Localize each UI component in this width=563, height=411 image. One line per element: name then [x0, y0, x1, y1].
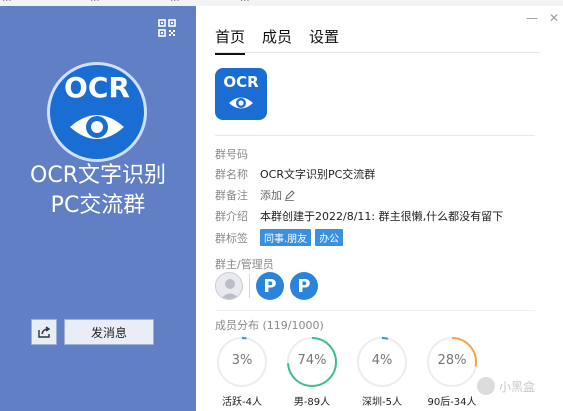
- group-name-line: PC交流群: [50, 193, 146, 218]
- stat-percent: 74%: [297, 353, 327, 368]
- admin-avatar[interactable]: P: [256, 272, 284, 300]
- info-row-name: 群名称 OCR文字识别PC交流群: [215, 166, 375, 182]
- stat-ring-age[interactable]: 28%: [426, 336, 478, 388]
- info-value: OCR文字识别PC交流群: [260, 168, 376, 181]
- watermark-logo-icon: [477, 377, 495, 395]
- minimize-button[interactable]: —: [526, 11, 538, 25]
- qr-code-icon[interactable]: [158, 19, 176, 37]
- stat-label: 活跃-4人: [222, 397, 262, 408]
- close-button[interactable]: ✕: [549, 11, 559, 25]
- stat-percent: 28%: [437, 353, 467, 368]
- group-name-heading: OCR文字识别 PC交流群: [8, 161, 188, 221]
- divider: [215, 310, 535, 311]
- watermark: 小黑盒: [477, 377, 535, 395]
- add-remark-button[interactable]: 添加: [260, 187, 295, 203]
- group-avatar-large: OCR: [47, 62, 147, 162]
- group-tag[interactable]: 同事.朋友: [260, 229, 312, 246]
- info-key: 群备注: [215, 189, 248, 202]
- logo-text: OCR: [223, 73, 259, 91]
- info-key: 群号码: [215, 148, 248, 161]
- admin-avatars: P P: [215, 272, 318, 300]
- admins-title: 群主/管理员: [215, 258, 274, 271]
- group-tag[interactable]: 办公: [315, 229, 344, 246]
- avatar-letter: P: [263, 275, 277, 297]
- owner-avatar[interactable]: [215, 272, 243, 300]
- stat-percent: 4%: [371, 353, 393, 368]
- group-name-line: OCR文字识别: [30, 163, 166, 188]
- stat-label: 90后-34人: [427, 397, 477, 408]
- info-row-intro: 群介绍 本群创建于2022/8/11: 群主很懒,什么都没有留下: [215, 208, 503, 224]
- eye-icon: [229, 97, 253, 109]
- avatar-letter: P: [297, 275, 311, 297]
- logo-text: OCR: [64, 71, 130, 104]
- info-row-tags: 群标签 同事.朋友 办公: [215, 229, 347, 246]
- info-row-remark: 群备注 添加: [215, 187, 295, 203]
- eye-icon: [70, 115, 124, 139]
- info-key: 群介绍: [215, 210, 248, 223]
- divider: [215, 135, 535, 136]
- tab-home[interactable]: 首页: [215, 26, 246, 55]
- stat-ring-city[interactable]: 4%: [356, 336, 408, 388]
- stat-ring-active[interactable]: 3%: [216, 336, 268, 388]
- stat-percent: 3%: [231, 353, 253, 368]
- stat-ring-gender[interactable]: 74%: [286, 336, 338, 388]
- share-icon: [38, 326, 51, 338]
- tab-members[interactable]: 成员: [262, 26, 292, 55]
- group-profile-panel: OCR OCR文字识别 PC交流群 发消息: [0, 6, 196, 411]
- tab-bar: 首页 成员 设置: [215, 26, 339, 55]
- share-button[interactable]: [31, 319, 57, 345]
- watermark-text: 小黑盒: [499, 379, 536, 394]
- top-strip-text: ...: [240, 0, 250, 4]
- admin-avatar[interactable]: P: [290, 272, 318, 300]
- edit-pencil-icon: [285, 189, 295, 201]
- distribution-title: 成员分布 (119/1000): [215, 319, 324, 332]
- group-avatar[interactable]: OCR: [215, 68, 267, 120]
- send-message-button[interactable]: 发消息: [64, 319, 154, 345]
- info-row-id: 群号码: [215, 146, 260, 162]
- tab-settings[interactable]: 设置: [309, 26, 339, 55]
- info-key: 群名称: [215, 168, 248, 181]
- top-strip-text: ...: [90, 0, 100, 4]
- top-strip-text: ...: [170, 0, 180, 4]
- info-key: 群标签: [215, 231, 248, 245]
- stat-label: 深圳-5人: [362, 397, 402, 408]
- info-value: 本群创建于2022/8/11: 群主很懒,什么都没有留下: [260, 210, 504, 223]
- tab-divider: [215, 52, 540, 53]
- user-silhouette-icon: [220, 279, 240, 299]
- divider: [249, 274, 250, 298]
- top-strip-text: ...: [2, 0, 12, 4]
- add-remark-label: 添加: [260, 189, 282, 202]
- stat-label: 男-89人: [293, 397, 331, 408]
